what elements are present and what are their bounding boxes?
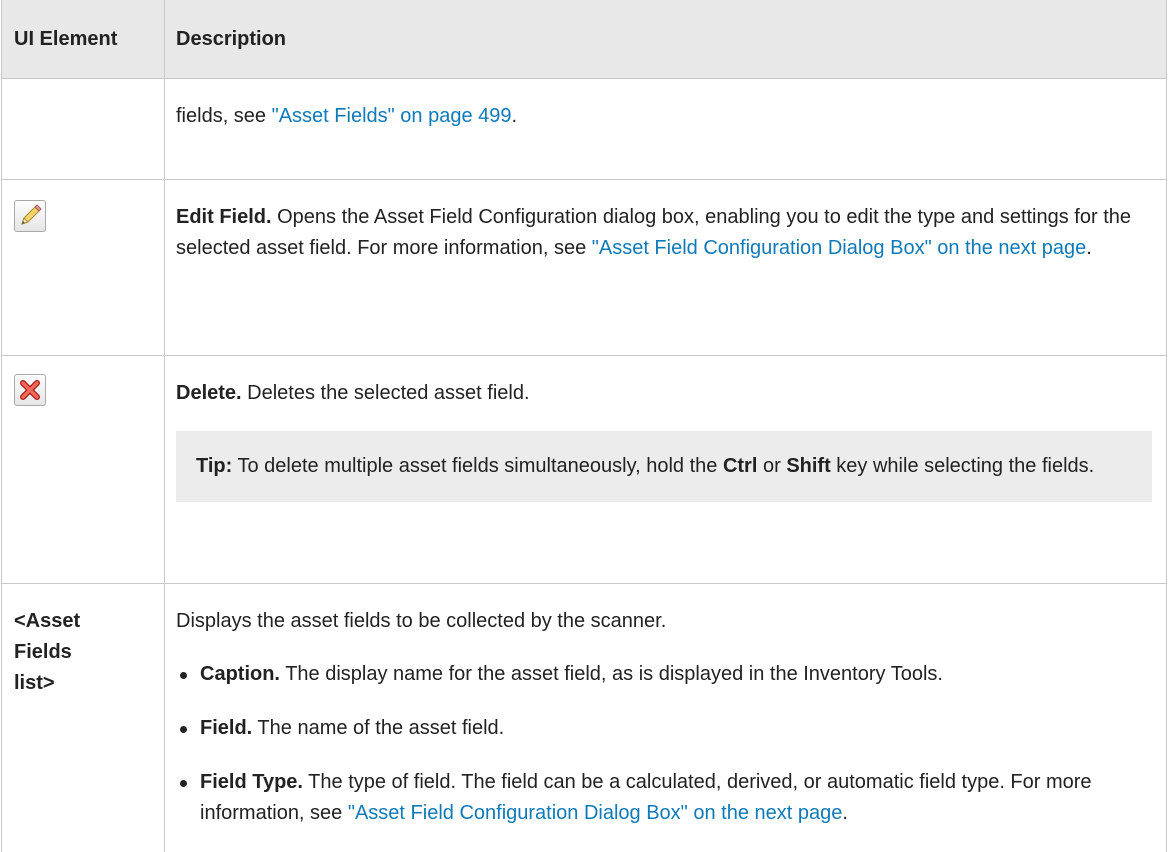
description-cell: Displays the asset fields to be collecte…	[165, 584, 1167, 852]
asset-field-config-link[interactable]: "Asset Field Configuration Dialog Box" o…	[592, 237, 1087, 259]
bullet-text: The name of the asset field.	[252, 717, 504, 739]
edit-field-title: Edit Field.	[176, 206, 272, 228]
ui-element-table: UI Element Description fields, see "Asse…	[1, 0, 1167, 852]
asset-field-columns-list: Caption. The display name for the asset …	[176, 659, 1152, 829]
bullet-text: .	[842, 802, 848, 824]
asset-field-config-link[interactable]: "Asset Field Configuration Dialog Box" o…	[348, 802, 843, 824]
tip-key-shift: Shift	[786, 455, 830, 477]
element-cell	[2, 79, 165, 180]
header-description: Description	[165, 0, 1167, 79]
desc-text: fields, see	[176, 105, 272, 127]
desc-text: Deletes the selected asset field.	[242, 382, 530, 404]
tip-label: Tip:	[196, 455, 232, 477]
element-name-line: Fields	[14, 637, 164, 668]
tip-text: key while selecting the fields.	[831, 455, 1094, 477]
element-name-line: list>	[14, 668, 164, 699]
bullet-title: Field.	[200, 717, 252, 739]
tip-text: or	[757, 455, 786, 477]
description-cell: Delete. Deletes the selected asset field…	[165, 356, 1167, 584]
tip-box: Tip: To delete multiple asset fields sim…	[176, 431, 1152, 502]
asset-fields-link[interactable]: "Asset Fields" on page 499	[272, 105, 512, 127]
list-item: Caption. The display name for the asset …	[176, 659, 1152, 690]
header-ui-element: UI Element	[2, 0, 165, 79]
desc-text: .	[1086, 237, 1092, 259]
list-item: Field. The name of the asset field.	[176, 713, 1152, 744]
table-row: <Asset Fields list> Displays the asset f…	[2, 584, 1167, 852]
red-x-delete-icon	[14, 374, 46, 406]
desc-text: .	[512, 105, 518, 127]
tip-text: To delete multiple asset fields simultan…	[232, 455, 723, 477]
delete-title: Delete.	[176, 382, 242, 404]
description-cell: fields, see "Asset Fields" on page 499.	[165, 79, 1167, 180]
element-cell	[2, 180, 165, 356]
element-name-line: <Asset	[14, 606, 164, 637]
bullet-title: Caption.	[200, 663, 280, 685]
bullet-text: The display name for the asset field, as…	[280, 663, 943, 685]
table-header-row: UI Element Description	[2, 0, 1167, 79]
element-cell	[2, 356, 165, 584]
desc-intro: Displays the asset fields to be collecte…	[176, 606, 1152, 637]
table-row: Edit Field. Opens the Asset Field Config…	[2, 180, 1167, 356]
table-row: fields, see "Asset Fields" on page 499.	[2, 79, 1167, 180]
table-row: Delete. Deletes the selected asset field…	[2, 356, 1167, 584]
element-cell: <Asset Fields list>	[2, 584, 165, 852]
tip-key-ctrl: Ctrl	[723, 455, 757, 477]
bullet-title: Field Type.	[200, 771, 303, 793]
description-cell: Edit Field. Opens the Asset Field Config…	[165, 180, 1167, 356]
pencil-edit-icon	[14, 200, 46, 232]
list-item: Field Type. The type of field. The field…	[176, 767, 1152, 829]
